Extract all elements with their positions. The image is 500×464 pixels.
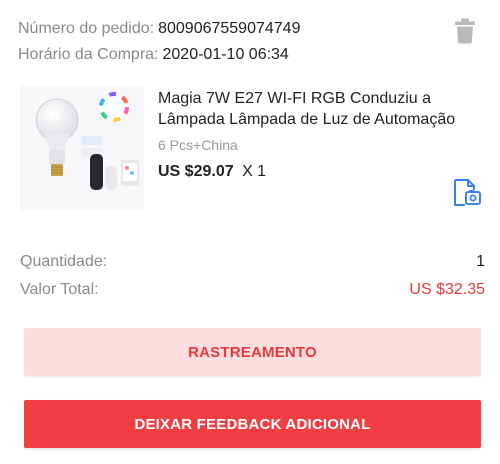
quantity-label: Quantidade: — [20, 253, 108, 270]
order-number-label: Número do pedido: — [18, 20, 155, 37]
order-number-value: 8009067559074749 — [158, 20, 301, 37]
product-title[interactable]: Magia 7W E27 WI-FI RGB Conduziu a Lâmpad… — [158, 88, 480, 130]
quantity-row: Quantidade: 1 — [20, 252, 485, 272]
product-variant: 6 Pcs+China — [158, 137, 238, 153]
total-label: Valor Total: — [20, 281, 99, 298]
product-price: US $29.07 — [158, 163, 234, 180]
smart-bulb-image — [20, 86, 144, 210]
total-value: US $32.35 — [409, 281, 485, 298]
product-quantity: X 1 — [242, 163, 267, 180]
tracking-button[interactable]: RASTREAMENTO — [24, 328, 481, 376]
trash-icon[interactable] — [454, 18, 476, 44]
product-image[interactable] — [20, 86, 144, 210]
order-header: Número do pedido: 8009067559074749 Horár… — [18, 16, 486, 68]
leave-feedback-button[interactable]: DEIXAR FEEDBACK ADICIONAL — [24, 400, 481, 448]
document-image-icon[interactable] — [452, 178, 482, 208]
product-title-line2: Lâmpada Lâmpada de Luz de Automação — [158, 111, 456, 128]
purchase-date-label: Horário da Compra: — [18, 46, 159, 63]
price-line: US $29.07 X 1 — [158, 162, 266, 182]
purchase-date-row: Horário da Compra: 2020-01-10 06:34 — [18, 42, 486, 68]
total-row: Valor Total: US $32.35 — [20, 280, 485, 300]
product-item[interactable]: Magia 7W E27 WI-FI RGB Conduziu a Lâmpad… — [20, 86, 486, 216]
purchase-date-value: 2020-01-10 06:34 — [162, 46, 289, 63]
order-number-row: Número do pedido: 8009067559074749 — [18, 16, 486, 42]
quantity-value: 1 — [476, 253, 485, 270]
product-title-line1: Magia 7W E27 WI-FI RGB Conduziu a — [158, 90, 431, 107]
